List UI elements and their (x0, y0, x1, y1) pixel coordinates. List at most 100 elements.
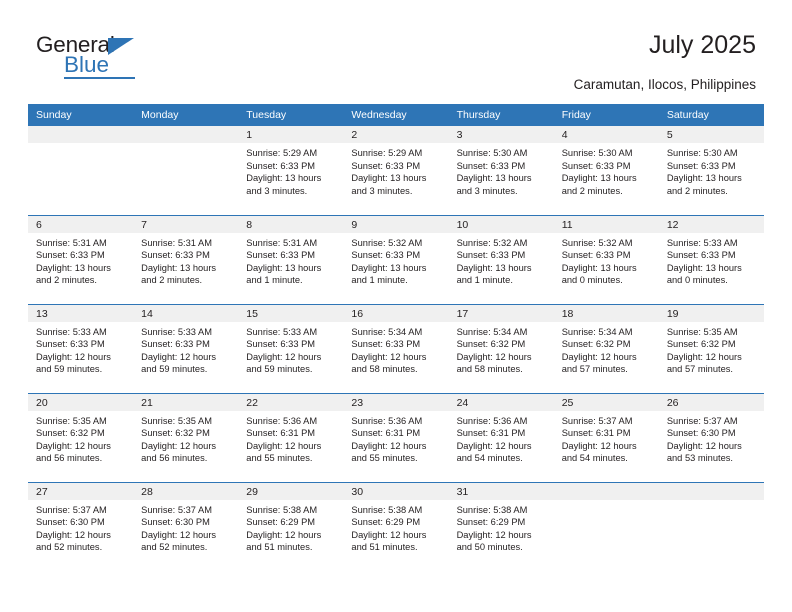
weekday-header-wednesday: Wednesday (343, 104, 449, 126)
page-subtitle-location: Caramutan, Ilocos, Philippines (573, 77, 756, 92)
daylight-duration-line2: and 55 minutes. (351, 453, 418, 464)
day-number: 3 (448, 126, 554, 143)
day-number: 5 (658, 126, 764, 143)
daylight-duration-line2: and 51 minutes. (351, 542, 418, 553)
sunrise-time: Sunrise: 5:36 AM (456, 415, 528, 426)
day-details: Sunrise: 5:37 AM Sunset: 6:30 PM Daylight:… (659, 411, 764, 465)
calendar-day-cell[interactable]: 21 Sunrise: 5:35 AM Sunset: 6:32 PM Dayligh… (133, 392, 239, 482)
calendar-day-cell[interactable]: 8 Sunrise: 5:31 AM Sunset: 6:33 PM Daylight… (238, 214, 344, 304)
daylight-duration-line2: and 59 minutes. (141, 364, 208, 375)
day-number: 13 (28, 304, 134, 322)
day-number: 8 (238, 215, 344, 233)
calendar-day-cell[interactable]: 10 Sunrise: 5:32 AM Sunset: 6:33 PM Dayligh… (448, 214, 554, 304)
daylight-duration-line2: and 1 minute. (351, 275, 408, 286)
calendar-day-cell[interactable]: 7 Sunrise: 5:31 AM Sunset: 6:33 PM Daylight… (133, 214, 239, 304)
calendar-day-cell[interactable]: 16 Sunrise: 5:34 AM Sunset: 6:33 PM Dayligh… (343, 303, 449, 393)
day-details: Sunrise: 5:35 AM Sunset: 6:32 PM Daylight:… (28, 411, 133, 465)
sunset-time: Sunset: 6:30 PM (141, 517, 210, 528)
day-number: 22 (238, 393, 344, 411)
daylight-duration-line1: Daylight: 13 hours (141, 262, 217, 273)
daylight-duration-line1: Daylight: 13 hours (351, 173, 427, 184)
day-details: Sunrise: 5:36 AM Sunset: 6:31 PM Daylight:… (343, 411, 448, 465)
daylight-duration-line2: and 2 minutes. (36, 275, 97, 286)
sunset-time: Sunset: 6:29 PM (456, 517, 526, 528)
calendar-day-cell[interactable]: 15 Sunrise: 5:33 AM Sunset: 6:33 PM Dayligh… (238, 303, 344, 393)
day-number: 30 (343, 482, 449, 500)
weekday-header-friday: Friday (553, 104, 659, 126)
calendar-day-cell[interactable]: 23 Sunrise: 5:36 AM Sunset: 6:31 PM Dayligh… (343, 392, 449, 482)
general-blue-logo[interactable]: General Blue (36, 33, 236, 90)
calendar-day-cell[interactable]: 6 Sunrise: 5:31 AM Sunset: 6:33 PM Daylight… (28, 214, 134, 304)
calendar-day-cell[interactable]: 14 Sunrise: 5:33 AM Sunset: 6:33 PM Dayligh… (133, 303, 239, 393)
calendar-day-cell[interactable]: 12 Sunrise: 5:33 AM Sunset: 6:33 PM Dayligh… (658, 214, 764, 304)
daylight-duration-line2: and 52 minutes. (141, 542, 208, 553)
calendar-day-cell[interactable]: 29 Sunrise: 5:38 AM Sunset: 6:29 PM Dayligh… (238, 481, 344, 571)
calendar-day-cell[interactable]: 9 Sunrise: 5:32 AM Sunset: 6:33 PM Daylight… (343, 214, 449, 304)
sunrise-time: Sunrise: 5:38 AM (456, 504, 528, 515)
daylight-duration-line2: and 1 minute. (456, 275, 513, 286)
calendar-week-row: 1 Sunrise: 5:29 AM Sunset: 6:33 PM Daylight… (28, 126, 764, 215)
sunset-time: Sunset: 6:31 PM (246, 428, 316, 439)
sunset-time: Sunset: 6:33 PM (456, 250, 526, 261)
daylight-duration-line1: Daylight: 13 hours (36, 262, 111, 273)
day-number: 2 (343, 126, 449, 143)
calendar-day-cell[interactable]: 28 Sunrise: 5:37 AM Sunset: 6:30 PM Dayligh… (133, 481, 239, 571)
sunset-time: Sunset: 6:33 PM (36, 250, 105, 261)
calendar-day-cell[interactable]: 5 Sunrise: 5:30 AM Sunset: 6:33 PM Daylight… (658, 126, 764, 215)
sunrise-time: Sunrise: 5:31 AM (36, 237, 107, 248)
calendar-day-cell[interactable]: 25 Sunrise: 5:37 AM Sunset: 6:31 PM Dayligh… (553, 392, 659, 482)
calendar-day-cell[interactable]: 2 Sunrise: 5:29 AM Sunset: 6:33 PM Daylight… (343, 126, 449, 215)
calendar-day-cell[interactable]: 31 Sunrise: 5:38 AM Sunset: 6:29 PM Dayligh… (448, 481, 554, 571)
day-details: Sunrise: 5:36 AM Sunset: 6:31 PM Daylight:… (238, 411, 343, 465)
calendar-day-cell[interactable]: 26 Sunrise: 5:37 AM Sunset: 6:30 PM Dayligh… (658, 392, 764, 482)
daylight-duration-line1: Daylight: 12 hours (456, 529, 532, 540)
calendar-day-cell[interactable]: 17 Sunrise: 5:34 AM Sunset: 6:32 PM Dayligh… (448, 303, 554, 393)
daylight-duration-line2: and 2 minutes. (666, 185, 728, 196)
day-details: Sunrise: 5:30 AM Sunset: 6:33 PM Daylight:… (449, 143, 554, 197)
calendar-day-cell[interactable]: 18 Sunrise: 5:34 AM Sunset: 6:32 PM Dayligh… (553, 303, 659, 393)
sunset-time: Sunset: 6:33 PM (351, 339, 421, 350)
day-number: 11 (553, 215, 659, 233)
daylight-duration-line1: Daylight: 13 hours (561, 262, 637, 273)
calendar-day-cell[interactable]: 1 Sunrise: 5:29 AM Sunset: 6:33 PM Daylight… (238, 126, 344, 215)
day-details: Sunrise: 5:34 AM Sunset: 6:32 PM Daylight:… (554, 322, 659, 376)
daylight-duration-line2: and 59 minutes. (36, 364, 103, 375)
day-details: Sunrise: 5:34 AM Sunset: 6:32 PM Daylight:… (449, 322, 554, 376)
daylight-duration-line2: and 56 minutes. (141, 453, 208, 464)
calendar-page: General Blue July 2025 Caramutan, Ilocos… (0, 0, 792, 612)
day-details: Sunrise: 5:36 AM Sunset: 6:31 PM Daylight:… (449, 411, 554, 465)
day-number: 24 (448, 393, 554, 411)
calendar-day-cell-empty (28, 126, 134, 215)
calendar-day-cell[interactable]: 13 Sunrise: 5:33 AM Sunset: 6:33 PM Dayligh… (28, 303, 134, 393)
daylight-duration-line2: and 54 minutes. (456, 453, 523, 464)
calendar-week-row: 13 Sunrise: 5:33 AM Sunset: 6:33 PM Dayligh… (28, 303, 764, 393)
daylight-duration-line1: Daylight: 12 hours (456, 351, 532, 362)
sunrise-time: Sunrise: 5:30 AM (561, 148, 633, 158)
sunrise-time: Sunrise: 5:29 AM (246, 148, 318, 158)
calendar-day-cell[interactable]: 24 Sunrise: 5:36 AM Sunset: 6:31 PM Dayligh… (448, 392, 554, 482)
calendar-day-cell[interactable]: 4 Sunrise: 5:30 AM Sunset: 6:33 PM Daylight… (553, 126, 659, 215)
daylight-duration-line1: Daylight: 13 hours (246, 173, 322, 184)
day-number: 21 (133, 393, 239, 411)
calendar-body: 1 Sunrise: 5:29 AM Sunset: 6:33 PM Daylight… (28, 126, 764, 571)
calendar-day-cell[interactable]: 3 Sunrise: 5:30 AM Sunset: 6:33 PM Daylight… (448, 126, 554, 215)
day-number: 25 (553, 393, 659, 411)
calendar-day-cell[interactable]: 30 Sunrise: 5:38 AM Sunset: 6:29 PM Dayligh… (343, 481, 449, 571)
day-details: Sunrise: 5:38 AM Sunset: 6:29 PM Daylight:… (343, 500, 448, 554)
calendar-day-cell[interactable]: 11 Sunrise: 5:32 AM Sunset: 6:33 PM Dayligh… (553, 214, 659, 304)
sunset-time: Sunset: 6:33 PM (246, 339, 316, 350)
day-number: 23 (343, 393, 449, 411)
daylight-duration-line2: and 53 minutes. (666, 453, 733, 464)
day-details: Sunrise: 5:33 AM Sunset: 6:33 PM Daylight:… (28, 322, 133, 376)
weekday-header-sunday: Sunday (28, 104, 134, 126)
calendar-day-cell[interactable]: 27 Sunrise: 5:37 AM Sunset: 6:30 PM Dayligh… (28, 481, 134, 571)
calendar-day-cell[interactable]: 20 Sunrise: 5:35 AM Sunset: 6:32 PM Dayligh… (28, 392, 134, 482)
day-number: 26 (658, 393, 764, 411)
sunset-time: Sunset: 6:33 PM (351, 250, 421, 261)
calendar-day-cell[interactable]: 22 Sunrise: 5:36 AM Sunset: 6:31 PM Dayligh… (238, 392, 344, 482)
day-details: Sunrise: 5:32 AM Sunset: 6:33 PM Daylight:… (449, 233, 554, 287)
calendar-day-cell[interactable]: 19 Sunrise: 5:35 AM Sunset: 6:32 PM Dayligh… (658, 303, 764, 393)
sunset-time: Sunset: 6:33 PM (561, 250, 631, 261)
sunrise-time: Sunrise: 5:36 AM (246, 415, 318, 426)
sunset-time: Sunset: 6:33 PM (666, 160, 736, 171)
